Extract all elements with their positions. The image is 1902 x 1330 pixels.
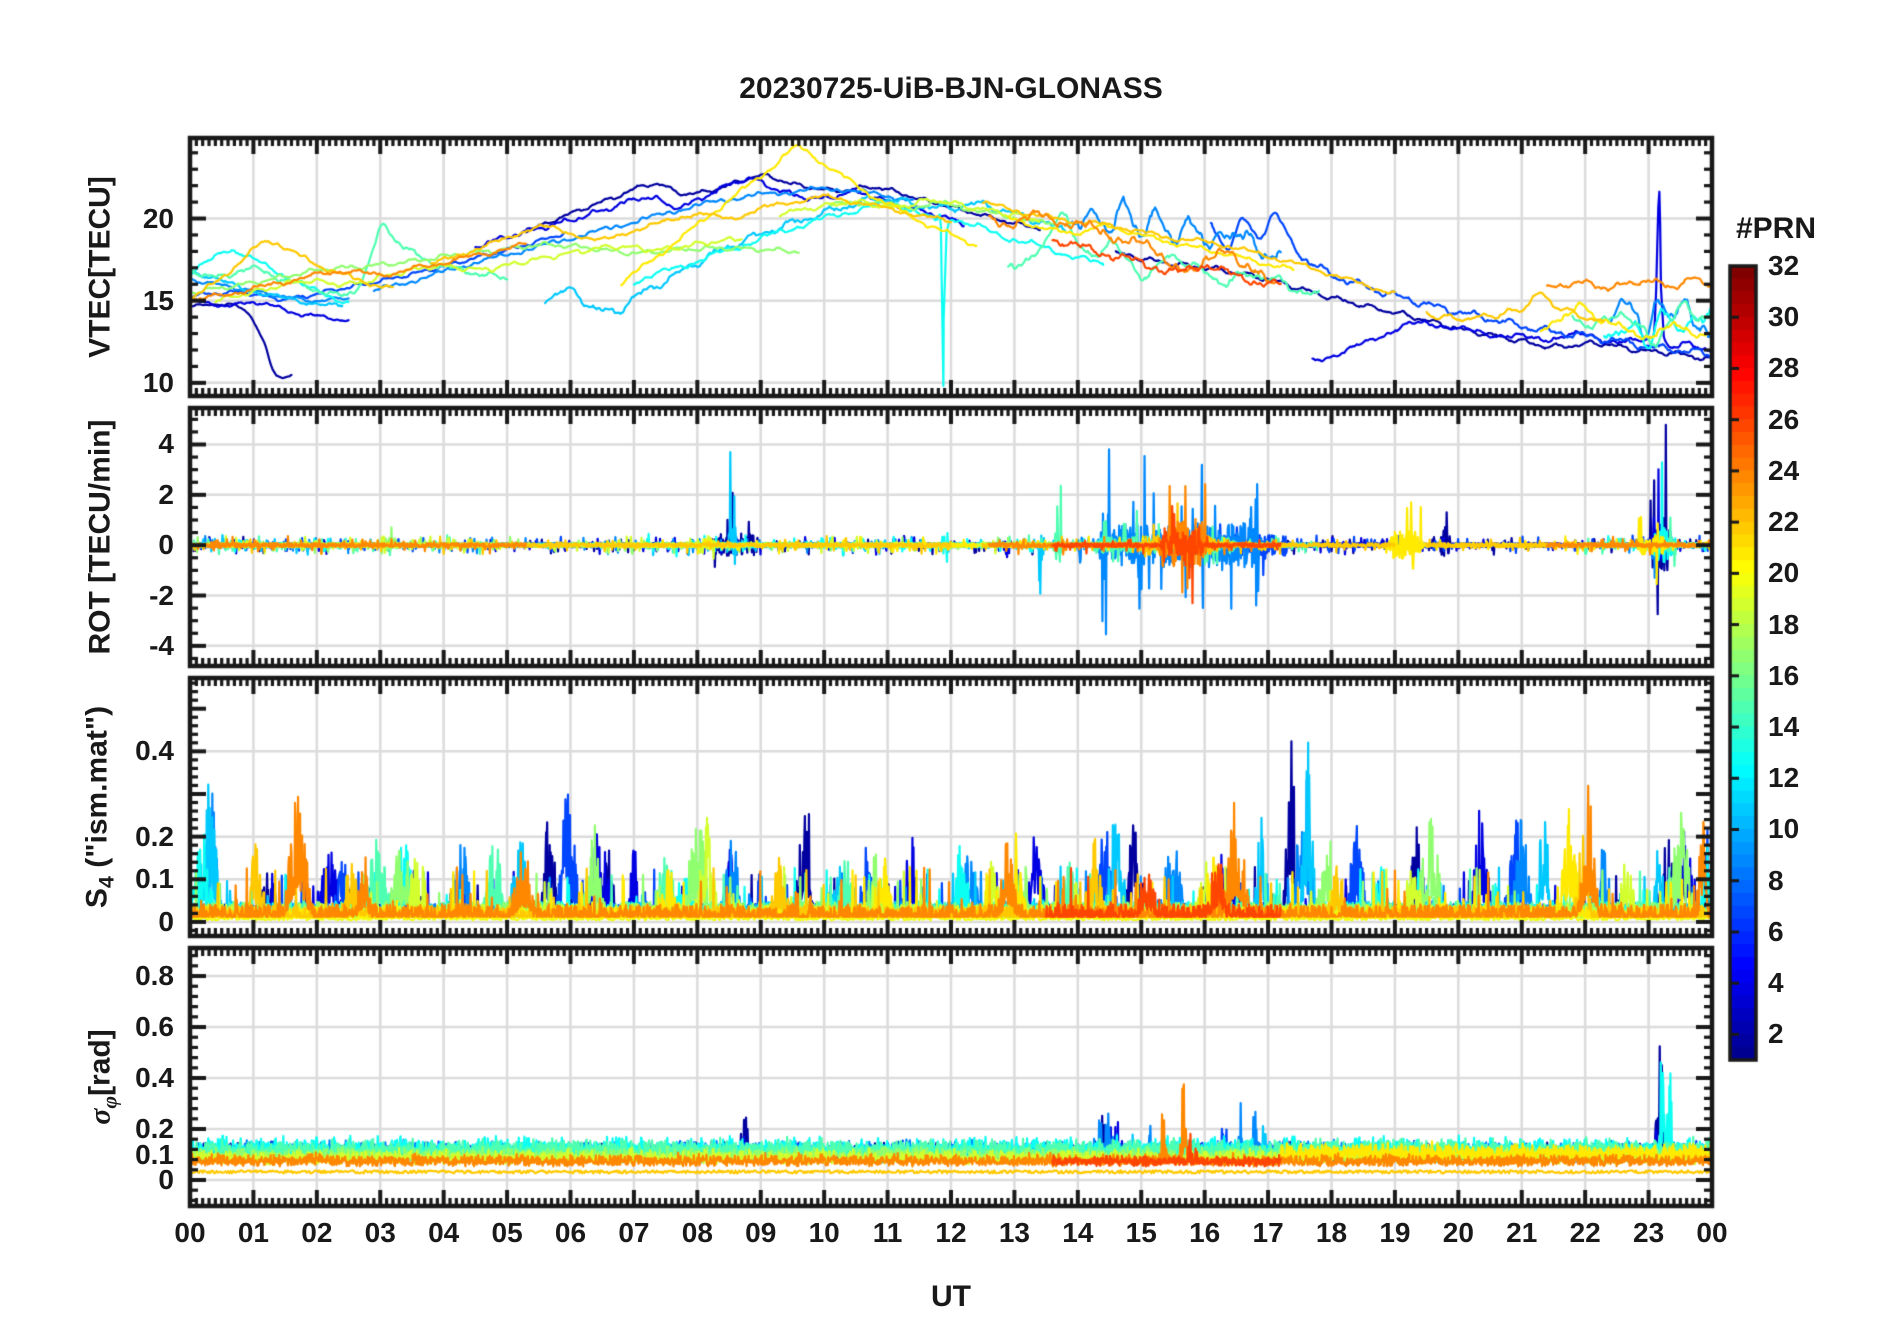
colorbar-tick-label: 4 [1768,967,1784,999]
figure: 20230725-UiB-BJN-GLONASS UT VTEC[TECU] R… [0,0,1902,1330]
colorbar-tick-label: 18 [1768,608,1800,640]
y-tick-label: 4 [158,428,174,460]
colorbar-tick-label: 16 [1768,659,1800,691]
colorbar-tick-label: 12 [1768,762,1800,794]
colorbar-tick-label: 8 [1768,864,1784,896]
chart-title: 20230725-UiB-BJN-GLONASS [739,72,1163,105]
y-tick-label: 2 [158,478,174,510]
y-tick-label: 0.2 [135,1113,174,1144]
y-tick-label: 0.4 [135,735,174,767]
colorbar-tick-label: 2 [1768,1018,1784,1050]
y-tick-label: 0 [158,529,174,561]
x-axis-label: UT [931,1280,971,1313]
y-tick-label: 0.1 [135,863,174,895]
colorbar-tick-label: 26 [1768,403,1800,435]
y-tick-label: 10 [142,366,174,398]
colorbar-tick-label: 20 [1768,557,1800,589]
y-tick-label: 0.6 [135,1011,174,1043]
y-tick-label: 0 [158,905,174,937]
y-tick-label: -2 [149,579,174,611]
colorbar-tick-label: 24 [1768,454,1800,486]
y-tick-label: 0.8 [135,960,174,992]
colorbar-tick-label: 30 [1768,301,1800,333]
colorbar-tick-label: 28 [1768,352,1800,384]
colorbar-tick-label: 22 [1768,506,1800,538]
y-tick-label: 0.4 [135,1062,174,1094]
y-tick-label: 20 [142,202,174,234]
ylabel-sigma-sub: φ [97,1095,122,1109]
y-tick-label: 15 [142,284,174,316]
colorbar-tick-label: 6 [1768,915,1784,947]
colorbar-tick-label: 14 [1768,711,1800,743]
colorbar-tick-label: 10 [1768,813,1800,845]
x-tick-label: 00 [1696,1217,1728,1248]
colorbar-title: #PRN [1735,212,1817,245]
y-tick-label: 0.2 [135,820,174,852]
colorbar-tick-label: 32 [1768,250,1800,281]
y-tick-label: -4 [149,629,174,661]
chart-canvas [0,0,1902,1330]
